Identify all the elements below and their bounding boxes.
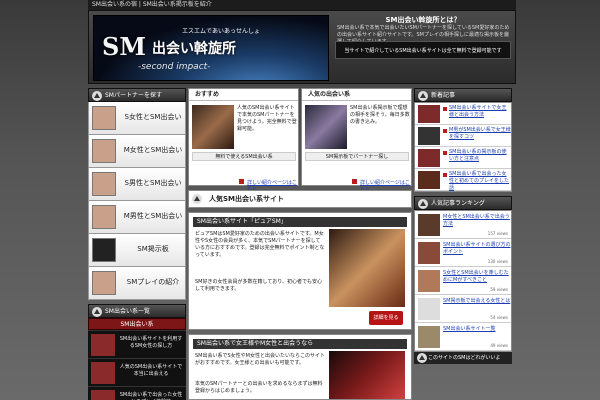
ranking-item[interactable]: SM掲示板で出会える女性とは 54 views	[415, 295, 511, 323]
category-bar[interactable]: SM出会い系	[88, 318, 186, 330]
ranking-list: M女性とSM出会い系で出会う方法 157 views SM出会い系サイトの選び方の…	[414, 210, 512, 352]
right-sidebar: 新着記事 SM出会い系サイトで女王様と出会う方法 M男がSM出会い系で女王様を探…	[414, 88, 512, 364]
ad-banner[interactable]: このサイトのSMはどれがいいよ	[414, 352, 512, 364]
new-posts-header: 新着記事	[414, 88, 512, 102]
ranking-item[interactable]: SM出会い系サイト一覧 49 views	[415, 323, 511, 351]
left-menu-item[interactable]: M女性とSM出会い	[88, 135, 186, 168]
site-logo-banner[interactable]: エスエムであいあっせんしょ SM 出会い斡旋所 -second impact-	[93, 15, 329, 81]
avatar	[92, 139, 116, 163]
new-posts-list: SM出会い系サイトで女王様と出会う方法 M男がSM出会い系で女王様を探すコツ S…	[414, 102, 512, 192]
logo-title: 出会い斡旋所	[152, 41, 236, 57]
thumbnail	[418, 326, 440, 348]
bullet-icon	[443, 173, 447, 177]
ranking-header: 人気記事ランキング	[414, 196, 512, 210]
warning-triangle-icon	[192, 194, 202, 204]
thumbnail	[91, 334, 115, 356]
thumbnail	[418, 298, 440, 320]
details-button[interactable]: 詳細を見る	[369, 311, 403, 325]
site-header: エスエムであいあっせんしょ SM 出会い斡旋所 -second impact- …	[88, 10, 516, 84]
article-image[interactable]	[329, 351, 405, 399]
pickup-image[interactable]	[192, 105, 234, 149]
thumbnail	[91, 362, 115, 384]
section-header: 人気SM出会い系サイト	[188, 190, 412, 208]
warning-triangle-icon	[92, 91, 102, 101]
left-menu-item[interactable]: S男性とSM出会い	[88, 168, 186, 201]
pickup-title: 人気の出会い系	[302, 89, 411, 101]
article-text: ピュアSMはSM愛好家のための出会い系サイトです。M女性やS女性の会員が多く、本…	[195, 231, 325, 258]
article-card: SM出会い系サイト「ピュアSM」 ピュアSMはSM愛好家のための出会い系サイトで…	[188, 212, 412, 330]
thumbnail	[418, 127, 440, 145]
bullet-icon	[239, 179, 244, 184]
thumbnail	[418, 270, 440, 292]
bullet-icon	[443, 151, 447, 155]
category-item[interactable]: SM出会い系で出会った女性とのプレイ体験談	[88, 386, 186, 400]
article-text: 本気のSMパートナーとの出会いを求めるならまずは無料登録からはじめましょう。	[195, 381, 323, 394]
category-item[interactable]: SM出会い系サイトを利用するSM女性の探し方	[88, 330, 186, 358]
list-item[interactable]: SM出会い系の掲示板の使い方と注意点	[415, 147, 511, 169]
pickup-caption: SM掲示板でパートナー探し	[305, 152, 409, 161]
header-notice: 当サイトで紹介しているSM出会い系サイトは全て無料で登録可能です	[335, 41, 511, 59]
ranking-item[interactable]: SM出会い系サイトの選び方のポイント 130 views	[415, 239, 511, 267]
ranking-item[interactable]: M女性とSM出会い系で出会う方法 157 views	[415, 211, 511, 239]
article-text: SM好きの女性会員が多数在籍しており、初心者でも安心して利用できます。	[195, 279, 322, 292]
thumbnail	[418, 149, 440, 167]
thumbnail	[418, 242, 440, 264]
logo-kana: エスエムであいあっせんしょ	[182, 28, 260, 35]
warning-triangle-icon	[418, 199, 428, 209]
warning-triangle-icon	[92, 307, 102, 317]
list-item[interactable]: M男がSM出会い系で女王様を探すコツ	[415, 125, 511, 147]
bullet-icon	[352, 179, 357, 184]
avatar	[92, 271, 116, 295]
list-item[interactable]: SM出会い系サイトで女王様と出会う方法	[415, 103, 511, 125]
left-menu-item[interactable]: SM掲示板	[88, 234, 186, 267]
avatar	[92, 172, 116, 196]
bullet-icon	[443, 129, 447, 133]
article-text: SM出会い系でS女性やM女性と出会いたいならこのサイトがおすすめです。女王様との…	[195, 353, 325, 366]
warning-triangle-icon	[418, 91, 428, 101]
pickup-box: 人気の出会い系 SM出会い系掲示板で理想の相手を探そう。毎日多数の書き込み。 S…	[301, 88, 412, 193]
pickup-text: SM出会い系掲示板で理想の相手を探そう。毎日多数の書き込み。	[350, 105, 410, 125]
thumbnail	[418, 214, 440, 236]
search-icon	[417, 353, 427, 363]
thumbnail	[418, 171, 440, 189]
article-title[interactable]: SM出会い系サイト「ピュアSM」	[193, 217, 407, 227]
logo-sm: SM	[102, 32, 146, 61]
logo-subtitle: -second impact-	[138, 62, 211, 72]
pickup-caption: 無料で使えるSM出会い系	[192, 152, 296, 161]
article-card: SM出会い系で女王様やM女性と出会うなら SM出会い系でS女性やM女性と出会いた…	[188, 334, 412, 400]
pickup-text: 人気のSM出会い系サイトで本気のSMパートナーを見つけよう。完全無料で登録可能。	[237, 105, 297, 132]
ranking-item[interactable]: S女性とSM出会いを楽しむためにMがすべきこと 59 views	[415, 267, 511, 295]
header-title: SM出会い斡旋所とは？	[385, 16, 461, 24]
thumbnail	[92, 238, 116, 262]
article-image[interactable]	[329, 229, 405, 307]
left-menu-item[interactable]: S女性とSM出会い	[88, 102, 186, 135]
category-header: SM出会い系一覧	[88, 304, 186, 318]
left-menu-header: SMパートナーを探す	[88, 88, 186, 102]
left-menu-item[interactable]: SMプレイの紹介	[88, 267, 186, 300]
thumbnail	[91, 390, 115, 400]
bullet-icon	[443, 107, 447, 111]
avatar	[92, 106, 116, 130]
pickup-box: おすすめ 人気のSM出会い系サイトで本気のSMパートナーを見つけよう。完全無料で…	[188, 88, 299, 193]
list-item[interactable]: SM出会い系で出会った女性と初めてのプレイをした話	[415, 169, 511, 191]
site-tagline: SM出会い系の宿 | SM出会い系掲示板を紹介	[92, 1, 212, 8]
category-item[interactable]: 人気のSM出会い系サイトで本当に出会える	[88, 358, 186, 386]
left-menu-item[interactable]: M男性とSM出会い	[88, 201, 186, 234]
pickup-image[interactable]	[305, 105, 347, 149]
thumbnail	[418, 105, 440, 123]
article-title[interactable]: SM出会い系で女王様やM女性と出会うなら	[193, 339, 407, 349]
left-sidebar: SMパートナーを探す S女性とSM出会い M女性とSM出会い S男性とSM出会い…	[88, 88, 186, 400]
pickup-title: おすすめ	[189, 89, 298, 101]
avatar	[92, 205, 116, 229]
top-bar: SM出会い系の宿 | SM出会い系掲示板を紹介	[88, 0, 516, 10]
